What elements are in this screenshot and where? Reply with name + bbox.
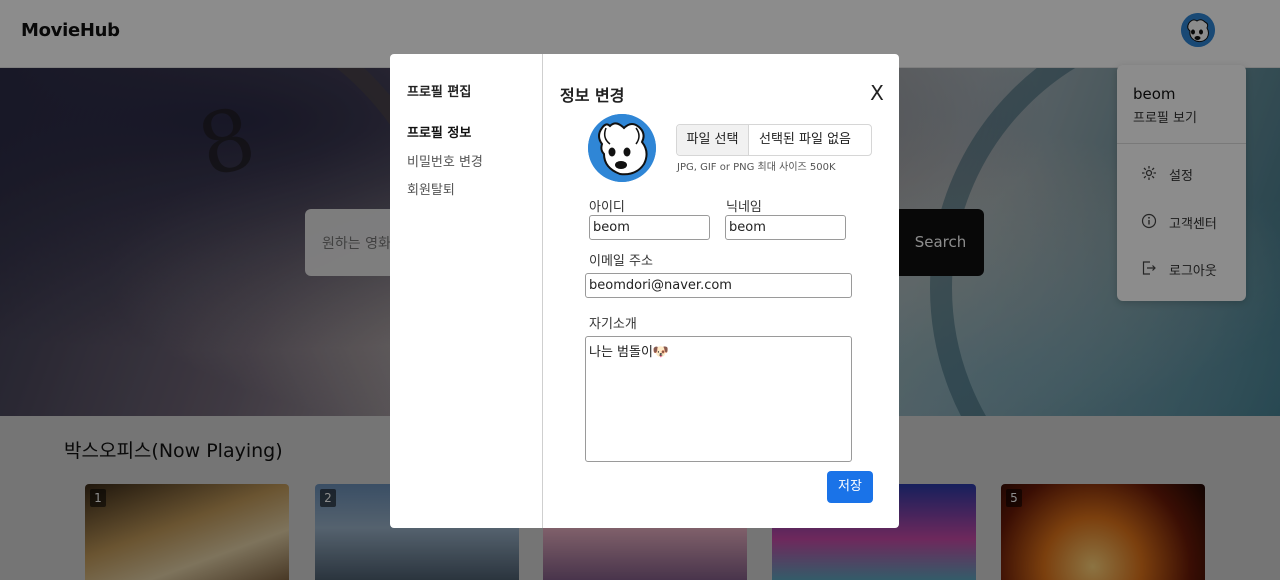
- sidebar-item-change-password[interactable]: 비밀번호 변경: [407, 151, 483, 170]
- nickname-field[interactable]: [725, 215, 846, 240]
- email-field[interactable]: [585, 273, 852, 298]
- nickname-label: 닉네임: [726, 200, 762, 215]
- bio-label: 자기소개: [589, 317, 637, 332]
- id-field[interactable]: [589, 215, 710, 240]
- file-hint: JPG, GIF or PNG 최대 사이즈 500K: [677, 162, 836, 173]
- id-label: 아이디: [589, 200, 625, 215]
- close-button[interactable]: X: [865, 81, 889, 105]
- save-button[interactable]: 저장: [827, 471, 873, 503]
- file-upload: 파일 선택 선택된 파일 없음: [676, 124, 872, 156]
- choose-file-button[interactable]: 파일 선택: [677, 125, 749, 155]
- dog-avatar-icon: [588, 114, 656, 182]
- sidebar-item-withdraw[interactable]: 회원탈퇴: [407, 179, 455, 198]
- modal-title: 정보 변경: [560, 86, 625, 105]
- profile-avatar: [588, 114, 656, 182]
- sidebar-item-profile-info[interactable]: 프로필 정보: [407, 122, 471, 141]
- modal-content: 정보 변경 X 파일 선택 선택된 파일 없음 JPG, GIF or PNG …: [544, 54, 899, 528]
- email-label: 이메일 주소: [589, 254, 653, 269]
- file-status: 선택된 파일 없음: [759, 132, 851, 147]
- bio-textarea[interactable]: 나는 범돌이🐶: [585, 336, 852, 462]
- sidebar-title: 프로필 편집: [407, 85, 472, 100]
- modal-sidebar: 프로필 편집 프로필 정보 비밀번호 변경 회원탈퇴: [390, 54, 543, 528]
- profile-edit-modal: 프로필 편집 프로필 정보 비밀번호 변경 회원탈퇴 정보 변경 X 파일 선택…: [390, 54, 899, 528]
